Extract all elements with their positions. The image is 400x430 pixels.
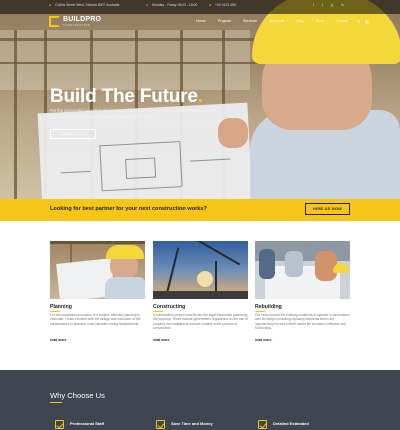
- hero-section: ● Collins Street West, Victoria 8007 Aus…: [0, 0, 400, 199]
- section-title: Why Choose Us: [50, 391, 105, 400]
- phone-icon: ●: [209, 3, 212, 7]
- feature-label: Save Time and Money: [171, 421, 213, 426]
- service-description: For the successful execution of a projec…: [50, 313, 141, 326]
- twitter-icon[interactable]: t: [322, 3, 323, 7]
- arrow-right-icon: →: [170, 338, 174, 342]
- clock-icon: ●: [146, 3, 149, 7]
- service-description: A construction project must fit into the…: [153, 313, 248, 331]
- location-icon: ●: [49, 3, 52, 7]
- checkmark-icon: [156, 420, 165, 429]
- nav-item-home[interactable]: Home: [196, 19, 206, 23]
- cta-bar-text: Looking for best partner for your next c…: [50, 206, 207, 212]
- feature-label: Detailed Estimated: [273, 421, 309, 426]
- google-plus-icon[interactable]: g: [331, 3, 333, 7]
- topbar-phone: +00 0123 456: [215, 3, 236, 7]
- service-description: Our team ensure the building continues t…: [255, 313, 350, 331]
- service-title: Rebuilding: [255, 304, 282, 312]
- planning-image[interactable]: [50, 241, 145, 299]
- checkmark-icon: [55, 420, 64, 429]
- why-choose-us-section: Why Choose Us Professional Staff Save Ti…: [0, 370, 400, 430]
- read-more-link[interactable]: read more →: [50, 338, 71, 342]
- service-card-planning: Planning For the successful execution of…: [50, 241, 145, 342]
- hero-title: Build The Future.: [50, 86, 203, 107]
- nav-item-projects[interactable]: Projects: [218, 19, 231, 23]
- feature-label: Professional Staff: [70, 421, 105, 426]
- main-nav: BUILDPRO CONSTRUCTION Home Projects Serv…: [0, 14, 400, 30]
- facebook-icon[interactable]: f: [313, 3, 314, 7]
- cart-icon[interactable]: ▣: [365, 19, 369, 24]
- nav-item-blog[interactable]: Blog: [297, 19, 304, 23]
- read-more-link[interactable]: read more →: [153, 338, 174, 342]
- cta-bar: Looking for best partner for your next c…: [0, 199, 400, 221]
- topbar-address: Collins Street West, Victoria 8007 Austr…: [55, 3, 120, 7]
- service-title: Planning: [50, 304, 72, 312]
- nav-item-services[interactable]: Services: [243, 19, 257, 23]
- nav-item-shop[interactable]: Shop: [316, 19, 324, 23]
- read-more-link[interactable]: read more →: [255, 338, 276, 342]
- service-card-rebuilding: Rebuilding Our team ensure the building …: [255, 241, 350, 342]
- brand-tagline: CONSTRUCTION: [63, 24, 91, 27]
- topbar-hours: Monday - Friday 08:00 - 18:00: [152, 3, 198, 7]
- brand-name[interactable]: BUILDPRO: [63, 16, 101, 23]
- checkmark-icon: [258, 420, 267, 429]
- service-card-constructing: Constructing A construction project must…: [153, 241, 248, 342]
- rebuilding-image[interactable]: [255, 241, 350, 299]
- linkedin-icon[interactable]: in: [341, 3, 344, 7]
- hire-us-button[interactable]: HIRE US NOW: [305, 203, 350, 215]
- arrow-right-icon: →: [67, 338, 71, 342]
- logo-icon[interactable]: [49, 16, 60, 27]
- constructing-image[interactable]: [153, 241, 248, 299]
- hero-subtitle: For the successful execution of a projec…: [50, 108, 219, 119]
- nav-item-contact[interactable]: Contact: [336, 19, 348, 23]
- nav-item-about-us[interactable]: About Us: [269, 19, 284, 23]
- top-bar: ● Collins Street West, Victoria 8007 Aus…: [0, 0, 400, 14]
- arrow-right-icon: →: [272, 338, 276, 342]
- contact-us-button[interactable]: CONTACT US: [50, 129, 96, 139]
- search-icon[interactable]: ⚲: [357, 19, 360, 24]
- service-title: Constructing: [153, 304, 186, 312]
